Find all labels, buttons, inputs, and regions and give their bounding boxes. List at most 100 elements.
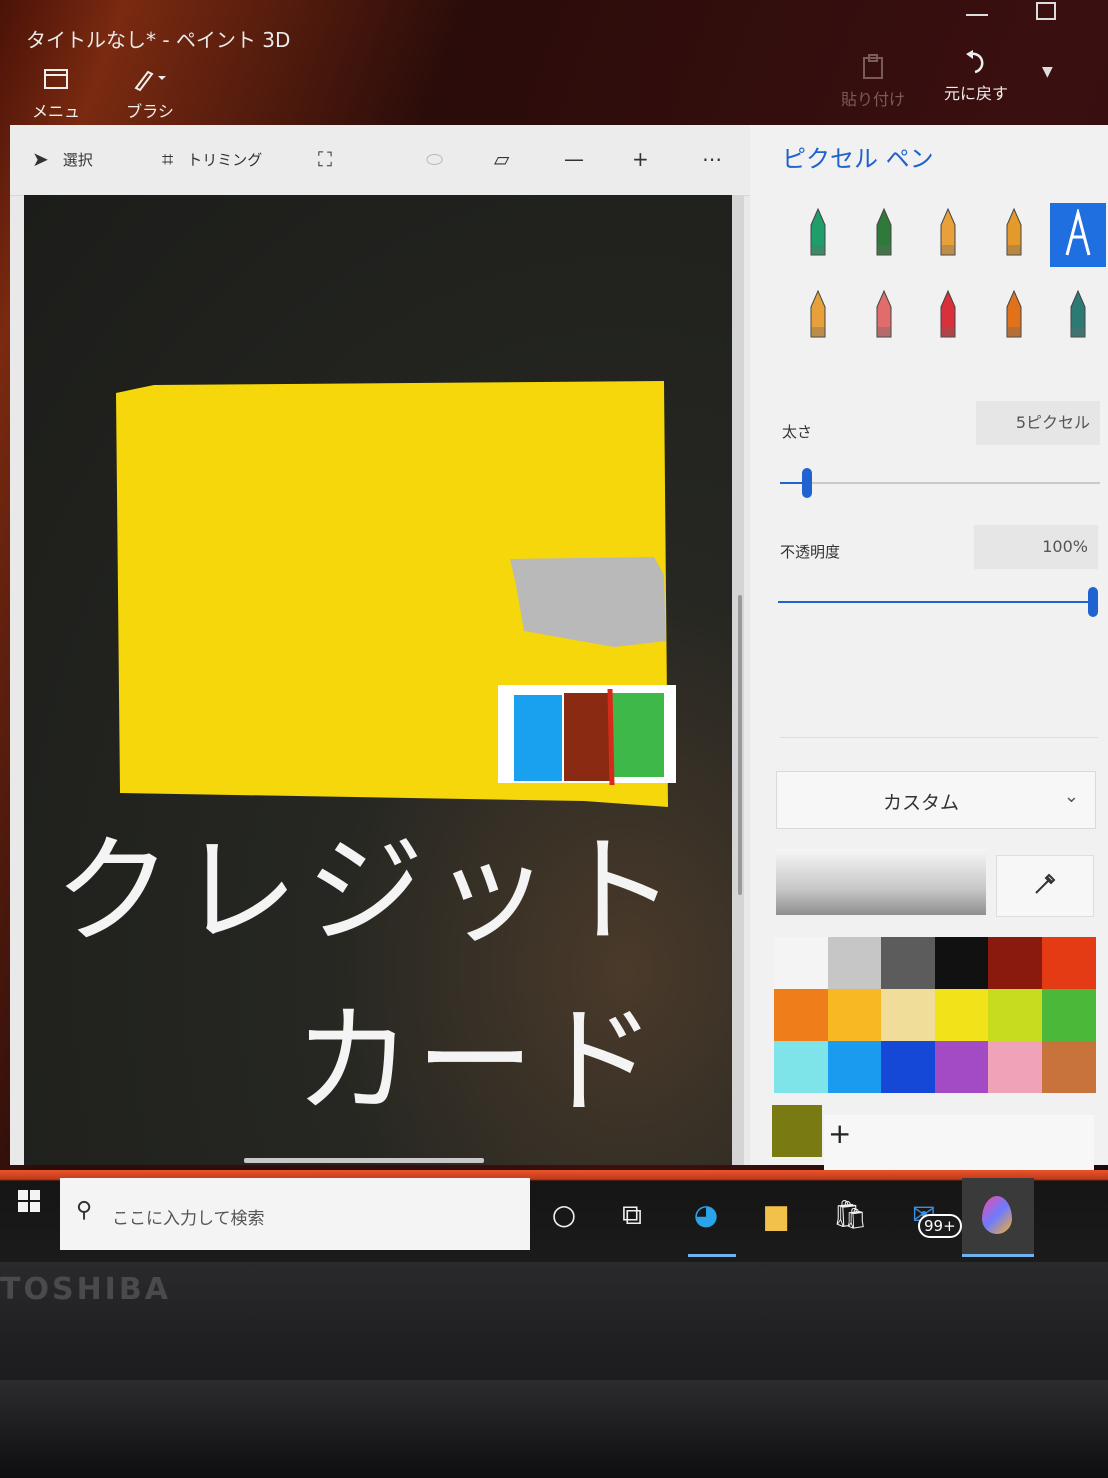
spray-can-brush-button[interactable] (986, 285, 1042, 349)
laptop-keyboard-edge (0, 1380, 1108, 1478)
chevron-down-icon: ⌄ (1063, 786, 1079, 807)
color-swatch[interactable] (774, 937, 828, 989)
edge-browser-icon[interactable]: ◕ (682, 1198, 730, 1231)
more-chevron-icon[interactable]: ▼ (1042, 64, 1053, 80)
paste-button[interactable]: 貼り付け (838, 54, 908, 110)
current-color-swatch[interactable] (772, 1105, 822, 1157)
screen: タイトルなし* - ペイント 3D メニュー ブラシ 貼り付け 元に戻す (0, 0, 1108, 1262)
select-label: 選択 (62, 150, 93, 169)
watercolor-brush-button[interactable] (986, 203, 1042, 267)
color-swatch[interactable] (774, 1041, 828, 1093)
pixel-pen-brush-button[interactable] (1050, 203, 1106, 267)
taskbar: ⚲ ここに入力して検索 ○ ⧉ ◕ ▆ 🛍 ✉ 99+ (0, 1170, 1108, 1262)
spray-can-icon (1001, 289, 1027, 345)
color-preview[interactable] (776, 849, 986, 915)
palette-dropdown[interactable]: カスタム ⌄ (776, 771, 1096, 829)
opacity-thumb[interactable] (1088, 587, 1098, 617)
magic-select-icon: ⛶ (318, 147, 332, 171)
color-swatch[interactable] (934, 1041, 989, 1093)
sticker-tool[interactable]: ⬭ (426, 147, 443, 171)
vertical-scrollbar[interactable] (738, 595, 742, 895)
brush-panel: ピクセル ペン 太さ 5ピクセル 不透明度 100% カスタム ⌄ + (750, 125, 1108, 1171)
pencil-icon (805, 289, 831, 345)
thickness-slider[interactable] (780, 468, 1100, 498)
canvas-toolbar: ➤ 選択 ⌗ トリミング ⛶ ⬭ ▱ — + ⋯ (10, 125, 750, 196)
start-windows-icon[interactable] (18, 1190, 40, 1212)
brush-button[interactable]: ブラシ (122, 66, 178, 122)
calligraphy-pen-icon (871, 207, 897, 263)
stripe-green (612, 693, 664, 777)
opacity-slider[interactable] (778, 587, 1098, 617)
cortana-icon[interactable]: ○ (540, 1198, 588, 1231)
pixel-pen-icon (1063, 207, 1093, 261)
paint3d-active-indicator (962, 1254, 1034, 1257)
eraser-brush-button[interactable] (856, 285, 912, 349)
color-swatch[interactable] (988, 1041, 1042, 1093)
canvas-wrapper: クレジット カード (24, 195, 744, 1165)
sticker-icon: ⬭ (426, 147, 444, 171)
taskbar-search-box[interactable]: ⚲ ここに入力して検索 (60, 1178, 530, 1250)
app-area: ➤ 選択 ⌗ トリミング ⛶ ⬭ ▱ — + ⋯ クレジット カード ピクセル … (10, 125, 1108, 1171)
color-swatch[interactable] (827, 989, 882, 1041)
maximize-button[interactable] (1036, 2, 1056, 20)
crop-label: トリミング (187, 150, 263, 169)
color-swatch[interactable] (827, 1041, 882, 1093)
horizontal-scrollbar[interactable] (244, 1158, 484, 1163)
fill-brush-button[interactable] (1050, 285, 1106, 349)
undo-button[interactable]: 元に戻す (936, 48, 1016, 104)
minimize-button[interactable] (966, 2, 988, 16)
drawing-canvas[interactable]: クレジット カード (24, 195, 732, 1165)
color-swatch[interactable] (1041, 1041, 1096, 1093)
magic-select-tool[interactable]: ⛶ (318, 147, 332, 171)
eyedropper-button[interactable] (996, 855, 1094, 917)
thickness-thumb[interactable] (802, 468, 813, 498)
pencil-brush-button[interactable] (790, 285, 846, 349)
opacity-input[interactable]: 100% (974, 525, 1098, 569)
undo-icon (936, 48, 1016, 80)
add-color-button[interactable]: + (828, 1117, 851, 1150)
color-swatch[interactable] (774, 989, 828, 1041)
zoom-out-tool[interactable]: — (564, 147, 584, 171)
custom-color-row (824, 1115, 1094, 1171)
task-view-icon[interactable]: ⧉ (608, 1198, 656, 1232)
crop-tool[interactable]: ⌗ トリミング (162, 147, 262, 171)
select-tool[interactable]: ➤ 選択 (32, 147, 93, 171)
watercolor-icon (1001, 207, 1027, 263)
color-swatch[interactable] (881, 1041, 935, 1093)
marker-brush-button[interactable] (790, 203, 846, 267)
color-swatch[interactable] (881, 937, 935, 989)
color-swatch[interactable] (827, 937, 882, 989)
minus-icon: — (564, 147, 584, 171)
shape-tool[interactable]: ▱ (494, 147, 509, 171)
oil-brush-icon (935, 207, 961, 263)
color-swatch[interactable] (881, 989, 935, 1041)
clipboard-icon (838, 54, 908, 86)
more-tools[interactable]: ⋯ (702, 147, 722, 171)
canvas-text-line2: カード (294, 992, 661, 1130)
oil-brush-brush-button[interactable] (920, 203, 976, 267)
file-explorer-icon[interactable]: ▆ (752, 1198, 800, 1231)
color-swatch[interactable] (988, 937, 1042, 989)
store-icon[interactable]: 🛍 (826, 1198, 874, 1231)
stripe-red-line (607, 688, 615, 786)
crayon-brush-button[interactable] (920, 285, 976, 349)
color-swatch[interactable] (1041, 937, 1096, 989)
edge-active-indicator (688, 1254, 736, 1257)
undo-label: 元に戻す (943, 84, 1008, 103)
paint3d-taskbar-tile[interactable] (962, 1178, 1034, 1256)
thickness-track (780, 482, 1100, 484)
thickness-label: 太さ (782, 423, 813, 441)
thickness-input[interactable]: 5ピクセル (976, 401, 1100, 445)
eyedropper-icon (1032, 871, 1058, 901)
paint3d-icon (982, 1196, 1012, 1234)
color-swatch[interactable] (988, 989, 1042, 1041)
color-swatch[interactable] (1041, 989, 1096, 1041)
zoom-in-tool[interactable]: + (632, 147, 649, 171)
color-swatch[interactable] (934, 989, 989, 1041)
mail-badge: 99+ (918, 1214, 962, 1238)
crop-icon: ⌗ (162, 147, 174, 171)
calligraphy-pen-brush-button[interactable] (856, 203, 912, 267)
brush-label: ブラシ (126, 102, 174, 121)
color-swatch[interactable] (934, 937, 989, 989)
search-placeholder: ここに入力して検索 (112, 1209, 265, 1229)
